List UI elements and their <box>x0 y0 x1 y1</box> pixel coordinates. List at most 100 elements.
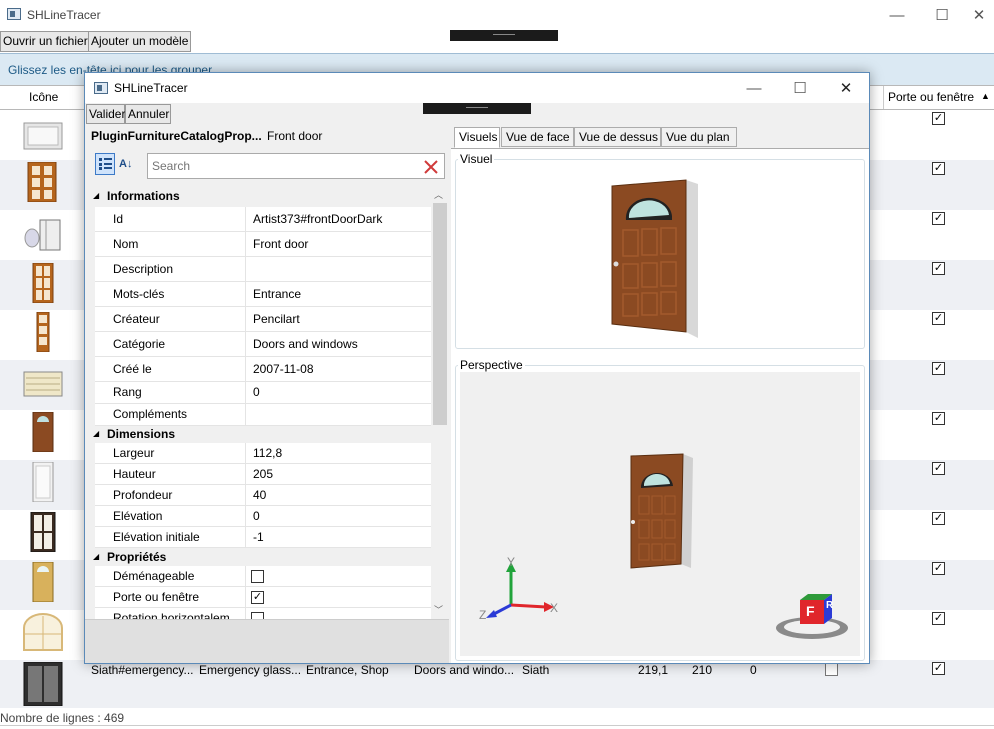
door-window-checkbox[interactable]: ✓ <box>251 591 264 604</box>
column-header-door-window[interactable]: Porte ou fenêtre ▲ <box>883 86 994 109</box>
door-window-checkbox[interactable]: ✓ <box>932 612 945 625</box>
main-titlebar: SHLineTracer — ☐ ✕ <box>0 0 994 30</box>
axis-z-label: Z <box>479 608 487 622</box>
door-window-checkbox[interactable]: ✓ <box>932 512 945 525</box>
door-3d-preview <box>611 179 698 338</box>
scrollbar-thumb[interactable] <box>433 203 447 425</box>
property-row-door-window[interactable]: Porte ou fenêtre ✓ <box>95 587 431 608</box>
door-window-checkbox[interactable]: ✓ <box>932 562 945 575</box>
visual-group-label: Visuel <box>458 152 495 166</box>
property-row-id[interactable]: Id Artist373#frontDoorDark <box>95 207 431 232</box>
property-row-keywords[interactable]: Mots-clés Entrance <box>95 282 431 307</box>
door-window-checkbox[interactable]: ✓ <box>932 212 945 225</box>
divider <box>0 725 994 726</box>
dialog-title: SHLineTracer <box>114 81 188 95</box>
category-informations[interactable]: ◢ Informations <box>85 186 431 206</box>
horizontal-rotation-checkbox[interactable] <box>251 612 264 619</box>
category-properties[interactable]: ◢ Propriétés <box>85 547 431 567</box>
door-window-checkbox[interactable]: ✓ <box>932 462 945 475</box>
collapse-icon: ◢ <box>93 552 100 561</box>
perspective-viewport[interactable]: Y X Z F R <box>460 372 860 656</box>
door-window-checkbox[interactable]: ✓ <box>932 412 945 425</box>
dialog-app-icon <box>94 82 108 94</box>
axis-y-label: Y <box>507 555 516 569</box>
furniture-thumbnail-white-door <box>32 462 54 502</box>
property-row-complements[interactable]: Compléments <box>95 404 431 426</box>
cancel-button[interactable]: Annuler <box>125 104 171 124</box>
clear-search-icon[interactable] <box>423 159 439 175</box>
collapse-icon: ◢ <box>93 191 100 200</box>
door-window-checkbox[interactable]: ✓ <box>932 362 945 375</box>
property-row-creator[interactable]: Créateur Pencilart <box>95 307 431 332</box>
selected-object-name: Front door <box>267 129 323 143</box>
movable-checkbox[interactable] <box>251 570 264 583</box>
dialog-close-button[interactable]: ✕ <box>823 73 869 103</box>
view-cube-front-label: F <box>806 603 815 619</box>
app-icon <box>7 8 21 20</box>
view-cube-right-label: R <box>826 600 834 611</box>
categorized-view-button[interactable] <box>95 153 115 175</box>
perspective-group: Y X Z F R <box>455 365 865 661</box>
open-file-button[interactable]: Ouvrir un fichier <box>0 31 89 52</box>
search-box[interactable] <box>147 153 445 179</box>
maximize-button[interactable]: ☐ <box>919 0 965 30</box>
property-grid: PluginFurnitureCatalogProp... Front door… <box>85 125 449 663</box>
furniture-thumbnail-front-door <box>32 412 54 452</box>
alphabetical-sort-icon[interactable]: A↓ <box>119 154 139 174</box>
cell-id: Siath#emergency... <box>91 663 194 677</box>
property-row-elevation[interactable]: Elévation 0 <box>95 506 431 527</box>
property-row-height[interactable]: Hauteur 205 <box>95 464 431 485</box>
axes-gizmo <box>486 562 554 618</box>
property-row-horizontal-rotation[interactable]: Rotation horizontalem <box>95 608 431 619</box>
door-window-checkbox[interactable]: ✓ <box>932 112 945 125</box>
door-window-checkbox[interactable]: ✓ <box>932 312 945 325</box>
window-title: SHLineTracer <box>27 8 101 22</box>
scroll-down-icon[interactable]: ﹀ <box>434 603 443 616</box>
category-label: Informations <box>107 189 180 203</box>
axis-x-label: X <box>550 601 559 615</box>
scrollbar[interactable]: ︿ ﹀ <box>433 185 447 619</box>
furniture-thumbnail-emergency-glass-door <box>23 662 63 706</box>
tab-front-view[interactable]: Vue de face <box>501 127 574 147</box>
property-row-initial-elevation[interactable]: Elévation initiale -1 <box>95 527 431 548</box>
furniture-thumbnail-blind <box>23 371 63 397</box>
door-window-checkbox[interactable]: ✓ <box>932 262 945 275</box>
scroll-up-icon[interactable]: ︿ <box>434 188 443 201</box>
dialog-splitter-handle[interactable] <box>423 103 531 114</box>
property-row-rank[interactable]: Rang 0 <box>95 382 431 404</box>
add-model-button[interactable]: Ajouter un modèle <box>88 31 191 52</box>
search-input[interactable] <box>150 156 410 176</box>
categorized-icon <box>99 158 112 170</box>
furniture-thumbnail-narrow-door <box>36 312 50 352</box>
minimize-button[interactable]: — <box>874 0 920 30</box>
cell-depth: 0 <box>750 663 757 677</box>
category-label: Propriétés <box>107 550 167 564</box>
column-header-door-window-label: Porte ou fenêtre <box>888 90 975 104</box>
close-button[interactable]: ✕ <box>964 0 994 30</box>
splitter-handle[interactable] <box>450 30 558 41</box>
property-row-depth[interactable]: Profondeur 40 <box>95 485 431 506</box>
tab-plan-view[interactable]: Vue du plan <box>661 127 737 147</box>
dialog-minimize-button[interactable]: — <box>731 73 777 103</box>
property-row-movable[interactable]: Déménageable <box>95 566 431 587</box>
property-row-created[interactable]: Créé le 2007-11-08 <box>95 357 431 382</box>
door-window-checkbox[interactable]: ✓ <box>932 662 945 675</box>
sort-ascending-icon: ▲ <box>981 91 990 101</box>
column-header-icon[interactable]: Icône <box>0 86 88 109</box>
dialog-maximize-button[interactable]: ☐ <box>777 73 823 103</box>
tab-visuals[interactable]: Visuels <box>454 127 500 148</box>
movable-checkbox[interactable] <box>825 663 838 676</box>
property-row-description[interactable]: Description <box>95 257 431 282</box>
property-row-category[interactable]: Catégorie Doors and windows <box>95 332 431 357</box>
property-row-name[interactable]: Nom Front door <box>95 232 431 257</box>
property-row-width[interactable]: Largeur 112,8 <box>95 443 431 464</box>
visual-group <box>455 159 865 349</box>
tab-top-view[interactable]: Vue de dessus <box>574 127 661 147</box>
furniture-thumbnail-dark-frame-door <box>30 512 56 552</box>
door-window-checkbox[interactable]: ✓ <box>932 162 945 175</box>
category-dimensions[interactable]: ◢ Dimensions <box>85 424 431 444</box>
furniture-thumbnail-folding-door <box>24 219 61 251</box>
validate-button[interactable]: Valider <box>86 104 125 124</box>
preview-panel: Visuels Vue de face Vue de dessus Vue du… <box>451 125 869 663</box>
furniture-thumbnail-glass-door <box>32 263 54 303</box>
